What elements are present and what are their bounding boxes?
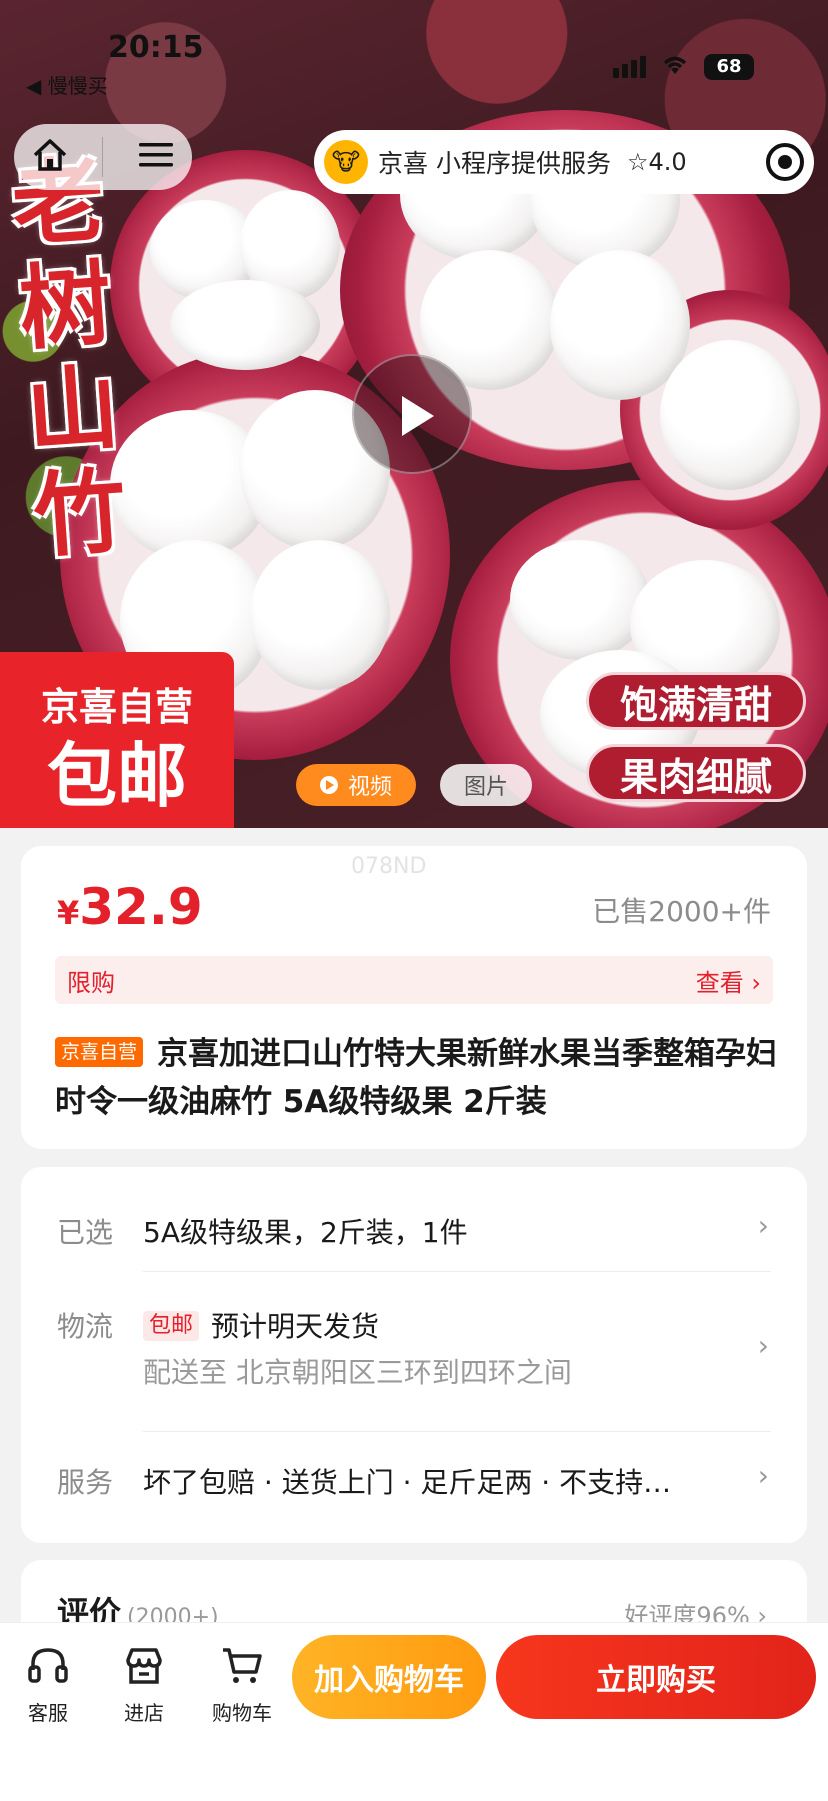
product-image-gallery[interactable]: 老树山竹 京喜自营 包邮 饱满清甜 果肉细腻 视频 图片 20:15 ◀ 慢慢买… (0, 0, 828, 828)
feature-tag-tender: 果肉细腻 (586, 744, 806, 802)
cart-button[interactable]: 购物车 (202, 1641, 282, 1726)
cart-icon (202, 1641, 282, 1691)
jingxi-logo-icon: 🐮 (324, 140, 368, 184)
close-target-icon[interactable] (766, 143, 804, 181)
logistics-row[interactable]: 物流 包邮 预计明天发货 配送至 北京朝阳区三环到四环之间 › (21, 1271, 807, 1431)
logistics-label: 物流 (57, 1310, 114, 1343)
menu-icon[interactable] (137, 140, 175, 174)
store-button[interactable]: 进店 (104, 1641, 184, 1726)
fruit-flesh (250, 540, 390, 690)
divider (102, 137, 104, 177)
chevron-right-icon: › (757, 1209, 769, 1242)
service-row[interactable]: 服务 坏了包赔 · 送货上门 · 足斤足两 · 不支持… › (21, 1431, 807, 1543)
limit-label: 限购 (67, 968, 115, 997)
mini-program-service-text: 京喜 小程序提供服务 (378, 149, 611, 178)
price-card: 078ND ¥32.9 已售2000+件 限购 查看 › 京喜自营 京喜加进口山竹… (21, 846, 807, 1149)
self-operated-badge: 京喜自营 (55, 1037, 144, 1067)
purchase-limit-bar[interactable]: 限购 查看 › (55, 956, 773, 1004)
play-icon (319, 776, 338, 794)
chevron-right-icon: › (757, 1459, 769, 1492)
add-to-cart-button[interactable]: 加入购物车 (292, 1635, 486, 1719)
battery-icon: 68 (704, 53, 754, 80)
product-title-text: 京喜加进口山竹特大果新鲜水果当季整箱孕妇时令一级油麻竹 5A级特级果 2斤装 (55, 1036, 778, 1120)
signal-icon (613, 55, 646, 78)
home-icon[interactable] (31, 137, 69, 177)
customer-service-label: 客服 (28, 1701, 68, 1725)
product-title: 京喜自营 京喜加进口山竹特大果新鲜水果当季整箱孕妇时令一级油麻竹 5A级特级果 2… (55, 1030, 785, 1126)
chevron-right-icon: › (757, 1329, 769, 1362)
status-icons: 68 (613, 50, 754, 83)
fruit-flesh (510, 540, 650, 660)
sold-count: 已售2000+件 (592, 895, 771, 928)
back-to-app-link[interactable]: ◀ 慢慢买 (26, 70, 108, 99)
price-value: 32.9 (79, 878, 203, 936)
tab-video-label: 视频 (347, 775, 392, 800)
tab-picture[interactable]: 图片 (440, 764, 532, 806)
service-label: 服务 (57, 1466, 114, 1499)
spec-card: 已选 5A级特级果，2斤装，1件 › 物流 包邮 预计明天发货 配送至 北京朝阳区… (21, 1167, 807, 1543)
tab-picture-label: 图片 (463, 775, 508, 800)
fruit-flesh (170, 280, 320, 370)
store-label: 进店 (124, 1701, 164, 1725)
watermark: 078ND (351, 854, 427, 879)
price: ¥32.9 (57, 878, 203, 936)
buy-now-button[interactable]: 立即购买 (496, 1635, 816, 1719)
nav-pill (14, 124, 192, 190)
hero-vertical-title: 老树山竹 (8, 145, 130, 571)
feature-tag-sweet: 饱满清甜 (586, 672, 806, 730)
bottom-action-bar: 客服 进店 购物车 加入购物车 立即购买 (0, 1622, 828, 1801)
shipping-info: 包邮 预计明天发货 (143, 1305, 379, 1345)
wifi-icon (660, 50, 690, 83)
currency-symbol: ¥ (57, 894, 80, 932)
mini-program-bar[interactable]: 🐮 京喜 小程序提供服务 ☆4.0 (314, 130, 814, 194)
status-time: 20:15 (108, 30, 204, 65)
selected-label: 已选 (57, 1216, 114, 1249)
video-play-icon[interactable] (352, 354, 472, 474)
fruit-flesh (660, 340, 800, 490)
banner-line2: 包邮 (47, 735, 187, 817)
tab-video[interactable]: 视频 (296, 764, 416, 806)
free-shipping-tag: 包邮 (143, 1311, 200, 1341)
customer-service-button[interactable]: 客服 (8, 1641, 88, 1726)
cart-label: 购物车 (212, 1701, 272, 1725)
headset-icon (8, 1641, 88, 1691)
banner-line1: 京喜自营 (40, 685, 193, 729)
shipping-text: 预计明天发货 (211, 1310, 380, 1343)
mini-program-rating: ☆4.0 (626, 148, 687, 176)
store-icon (104, 1641, 184, 1691)
selected-value: 5A级特级果，2斤装，1件 (143, 1216, 468, 1249)
limit-view-link[interactable]: 查看 › (696, 963, 761, 998)
delivery-address: 配送至 北京朝阳区三环到四环之间 (143, 1356, 572, 1389)
self-operated-banner: 京喜自营 包邮 (0, 652, 234, 828)
service-value: 坏了包赔 · 送货上门 · 足斤足两 · 不支持… (143, 1466, 672, 1499)
